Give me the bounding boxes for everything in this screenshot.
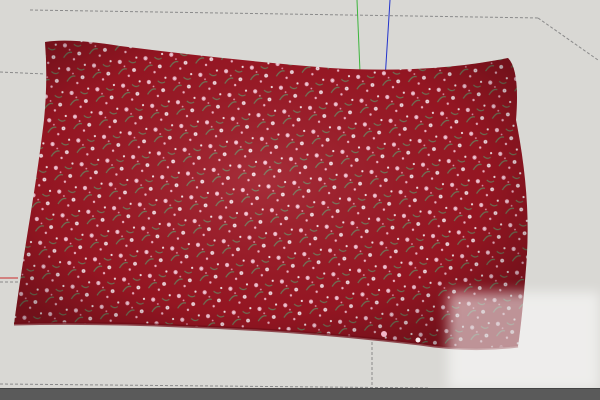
status-bar (0, 388, 600, 400)
blurred-watermark (448, 292, 600, 390)
green-axis (356, 0, 361, 73)
3d-modeling-viewport[interactable] (0, 0, 600, 400)
